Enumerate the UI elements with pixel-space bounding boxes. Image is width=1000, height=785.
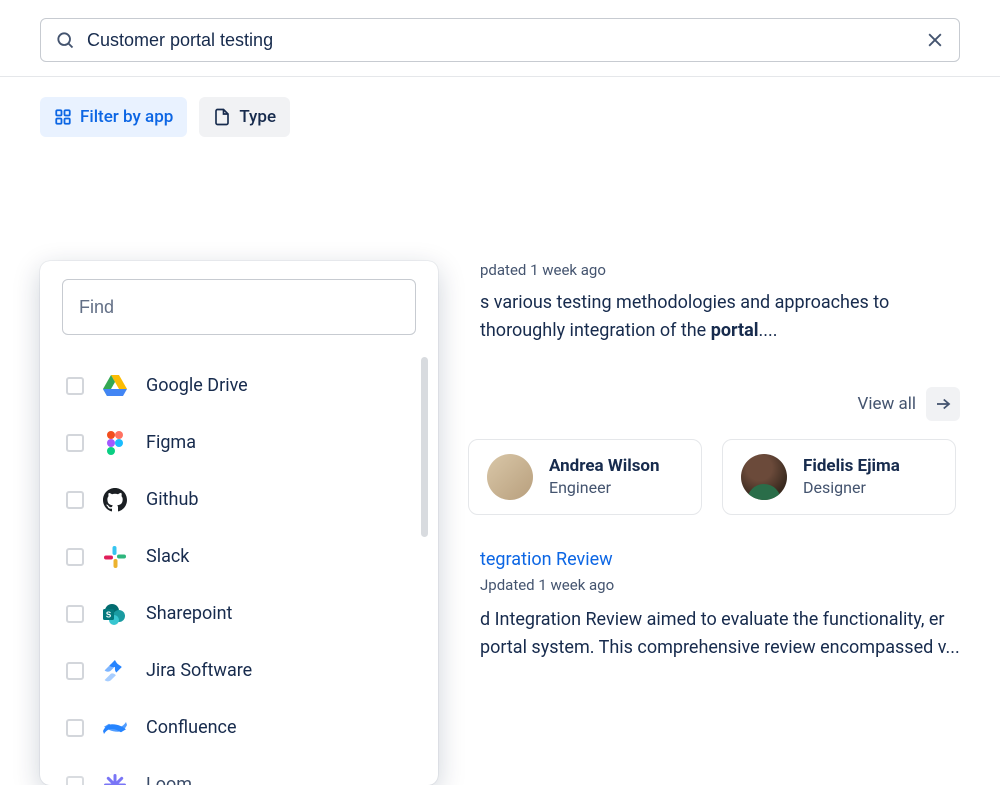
google-drive-icon	[102, 373, 128, 399]
person-name: Andrea Wilson	[549, 456, 660, 476]
app-filter-dropdown: Google Drive Figma Git	[40, 261, 438, 785]
view-all-arrow-button[interactable]	[926, 387, 960, 421]
app-label: Sharepoint	[146, 603, 232, 624]
app-label: Confluence	[146, 717, 237, 738]
app-checkbox[interactable]	[66, 719, 84, 737]
confluence-icon	[102, 715, 128, 741]
jira-icon	[102, 658, 128, 684]
filter-type-chip[interactable]: Type	[199, 97, 290, 137]
result-snippet: s various testing methodologies and appr…	[480, 289, 960, 345]
app-item-slack[interactable]: Slack	[62, 528, 416, 585]
file-icon	[213, 107, 231, 127]
arrow-right-icon	[934, 395, 952, 413]
app-item-github[interactable]: Github	[62, 471, 416, 528]
result-meta: pdated 1 week ago	[480, 261, 960, 279]
loom-icon	[102, 772, 128, 785]
slack-icon	[102, 544, 128, 570]
result-meta: Jpdated 1 week ago	[480, 576, 960, 594]
result-title-link[interactable]: tegration Review	[480, 549, 960, 570]
person-name: Fidelis Ejima	[803, 456, 900, 476]
app-checkbox[interactable]	[66, 548, 84, 566]
scrollbar-thumb[interactable]	[421, 357, 428, 537]
person-role: Engineer	[549, 478, 660, 497]
svg-text:S: S	[106, 610, 112, 619]
app-checkbox[interactable]	[66, 605, 84, 623]
result-snippet-bold: portal	[711, 320, 759, 341]
avatar	[487, 454, 533, 500]
people-row: Andrea Wilson Engineer Fidelis Ejima Des…	[468, 439, 960, 515]
app-checkbox[interactable]	[66, 662, 84, 680]
result-snippet-prefix: s various testing methodologies and appr…	[480, 292, 889, 341]
person-card[interactable]: Fidelis Ejima Designer	[722, 439, 956, 515]
search-icon	[55, 30, 75, 50]
apps-icon	[54, 108, 72, 126]
search-input[interactable]	[75, 30, 925, 51]
person-role: Designer	[803, 478, 900, 497]
search-results: pdated 1 week ago s various testing meth…	[438, 261, 960, 662]
find-input[interactable]	[62, 279, 416, 335]
app-item-figma[interactable]: Figma	[62, 414, 416, 471]
filters-row: Filter by app Type	[40, 97, 960, 137]
app-list: Google Drive Figma Git	[62, 357, 416, 785]
app-label: Loom	[146, 774, 192, 785]
app-label: Google Drive	[146, 375, 248, 396]
app-checkbox[interactable]	[66, 776, 84, 785]
app-checkbox[interactable]	[66, 377, 84, 395]
app-label: Slack	[146, 546, 189, 567]
filter-type-label: Type	[239, 107, 276, 127]
app-item-loom[interactable]: Loom	[62, 756, 416, 785]
github-icon	[102, 487, 128, 513]
app-item-jira[interactable]: Jira Software	[62, 642, 416, 699]
filter-by-app-label: Filter by app	[80, 107, 173, 127]
filter-by-app-chip[interactable]: Filter by app	[40, 97, 187, 137]
app-checkbox[interactable]	[66, 491, 84, 509]
app-item-google-drive[interactable]: Google Drive	[62, 357, 416, 414]
app-item-confluence[interactable]: Confluence	[62, 699, 416, 756]
figma-icon	[102, 430, 128, 456]
search-bar[interactable]	[40, 18, 960, 62]
avatar	[741, 454, 787, 500]
sharepoint-icon: S	[102, 601, 128, 627]
app-label: Github	[146, 489, 198, 510]
clear-icon[interactable]	[925, 30, 945, 50]
result-snippet-suffix: ....	[759, 320, 778, 341]
view-all-link[interactable]: View all	[858, 394, 916, 414]
result-snippet: d Integration Review aimed to evaluate t…	[480, 606, 960, 662]
app-item-sharepoint[interactable]: S Sharepoint	[62, 585, 416, 642]
app-label: Figma	[146, 432, 196, 453]
app-checkbox[interactable]	[66, 434, 84, 452]
app-label: Jira Software	[146, 660, 252, 681]
divider	[0, 76, 1000, 77]
person-card[interactable]: Andrea Wilson Engineer	[468, 439, 702, 515]
